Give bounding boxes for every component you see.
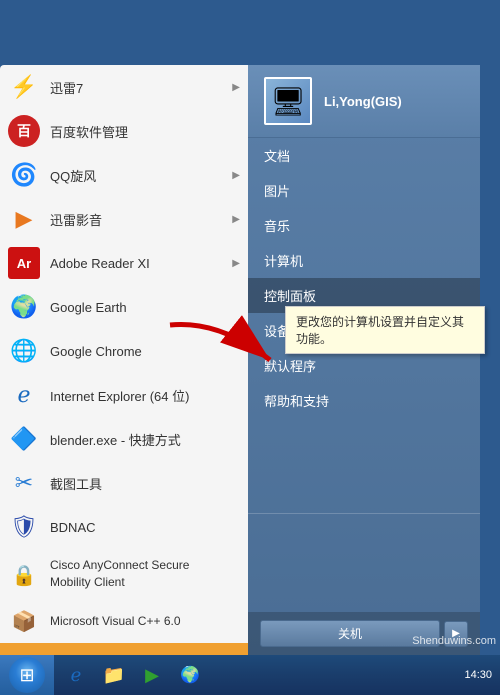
- google-earth-icon: 🌍: [8, 291, 40, 323]
- app-item-ie[interactable]: ℯ Internet Explorer (64 位): [0, 373, 248, 417]
- app-item-blender[interactable]: 🔷 blender.exe - 快捷方式: [0, 417, 248, 461]
- screenshot-label: 截图工具: [50, 474, 240, 493]
- baidu-icon: 百: [8, 115, 40, 147]
- xunlei7-icon: ⚡: [8, 71, 40, 103]
- baidu-label: 百度软件管理: [50, 122, 240, 141]
- app-item-chrome[interactable]: 🌐 Google Chrome: [0, 329, 248, 373]
- adobe-label: Adobe Reader XI: [50, 256, 232, 271]
- right-menu-computer[interactable]: 计算机: [248, 243, 480, 278]
- user-section: 🖥 Li,Yong(GIS): [248, 65, 480, 138]
- app-item-adobe[interactable]: Ar Adobe Reader XI ▶: [0, 241, 248, 285]
- chrome-icon: 🌐: [8, 335, 40, 367]
- watermark: Shenduwins.com: [412, 635, 496, 647]
- bdnac-label: BDNAC: [50, 520, 240, 535]
- bdnac-icon: 🛡: [8, 511, 40, 543]
- taskbar-icon-earth[interactable]: 🌍: [172, 657, 208, 693]
- adobe-arrow: ▶: [232, 258, 240, 269]
- app-item-google-earth[interactable]: 🌍 Google Earth: [0, 285, 248, 329]
- start-button[interactable]: ⊞: [0, 655, 54, 695]
- blender-label: blender.exe - 快捷方式: [50, 430, 240, 449]
- xunlei-film-icon: ▶: [8, 203, 40, 235]
- screenshot-icon: ✂: [8, 467, 40, 499]
- right-panel: 🖥 Li,Yong(GIS) 文档 图片 音乐 计算机 控制面板 更改您的计算机…: [248, 65, 480, 655]
- xunlei7-label: 迅雷7: [50, 78, 232, 97]
- right-menu-control-panel[interactable]: 控制面板 更改您的计算机设置并自定义其功能。: [248, 278, 480, 313]
- start-menu: ⚡ 迅雷7 ▶ 百 百度软件管理 🌀 QQ旋风 ▶ ▶ 迅雷影音 ▶ Ar Ad…: [0, 65, 480, 655]
- user-name: Li,Yong(GIS): [324, 94, 402, 109]
- right-menu-documents[interactable]: 文档: [248, 138, 480, 173]
- taskbar-icons: ℯ 📁 ▶ 🌍: [54, 657, 212, 693]
- qq-label: QQ旋风: [50, 166, 232, 185]
- right-bottom-separator: [248, 513, 480, 514]
- app-item-qq[interactable]: 🌀 QQ旋风 ▶: [0, 153, 248, 197]
- ie-icon: ℯ: [8, 379, 40, 411]
- vs-cpp-icon: 📦: [8, 605, 40, 637]
- app-item-vs-cpp[interactable]: 📦 Microsoft Visual C++ 6.0: [0, 599, 248, 643]
- app-item-cisco[interactable]: 🔒 Cisco AnyConnect Secure Mobility Clien…: [0, 549, 248, 599]
- xunlei7-arrow: ▶: [232, 82, 240, 93]
- app-item-lantern[interactable]: ↑ Lantern: [0, 643, 248, 655]
- adobe-icon: Ar: [8, 247, 40, 279]
- left-panel: ⚡ 迅雷7 ▶ 百 百度软件管理 🌀 QQ旋风 ▶ ▶ 迅雷影音 ▶ Ar Ad…: [0, 65, 248, 655]
- taskbar-icon-media[interactable]: ▶: [134, 657, 170, 693]
- start-orb: ⊞: [9, 657, 45, 693]
- taskbar-right: 14:30: [464, 669, 500, 681]
- cisco-label: Cisco AnyConnect Secure Mobility Client: [50, 557, 240, 591]
- xunlei-film-arrow: ▶: [232, 214, 240, 225]
- pinned-apps: ⚡ 迅雷7 ▶ 百 百度软件管理 🌀 QQ旋风 ▶ ▶ 迅雷影音 ▶ Ar Ad…: [0, 65, 248, 655]
- cisco-icon: 🔒: [8, 559, 40, 591]
- vs-cpp-label: Microsoft Visual C++ 6.0: [50, 614, 240, 628]
- app-item-xunlei-film[interactable]: ▶ 迅雷影音 ▶: [0, 197, 248, 241]
- right-menu-music[interactable]: 音乐: [248, 208, 480, 243]
- right-menu-help[interactable]: 帮助和支持: [248, 383, 480, 418]
- qq-arrow: ▶: [232, 170, 240, 181]
- app-item-baidu[interactable]: 百 百度软件管理: [0, 109, 248, 153]
- ie-label: Internet Explorer (64 位): [50, 386, 240, 405]
- google-earth-label: Google Earth: [50, 300, 240, 315]
- xunlei-film-label: 迅雷影音: [50, 210, 232, 229]
- right-menu-pictures[interactable]: 图片: [248, 173, 480, 208]
- qq-icon: 🌀: [8, 159, 40, 191]
- app-item-bdnac[interactable]: 🛡 BDNAC: [0, 505, 248, 549]
- chrome-label: Google Chrome: [50, 344, 240, 359]
- bottom-buttons: 关机 ▶: [248, 612, 480, 655]
- blender-icon: 🔷: [8, 423, 40, 455]
- taskbar-icon-ie[interactable]: ℯ: [58, 657, 94, 693]
- avatar: 🖥: [264, 77, 312, 125]
- taskbar-icon-folder[interactable]: 📁: [96, 657, 132, 693]
- taskbar: ⊞ ℯ 📁 ▶ 🌍 14:30: [0, 655, 500, 695]
- app-item-screenshot[interactable]: ✂ 截图工具: [0, 461, 248, 505]
- taskbar-time: 14:30: [464, 669, 492, 681]
- app-item-xunlei7[interactable]: ⚡ 迅雷7 ▶: [0, 65, 248, 109]
- control-panel-tooltip: 更改您的计算机设置并自定义其功能。: [285, 306, 485, 354]
